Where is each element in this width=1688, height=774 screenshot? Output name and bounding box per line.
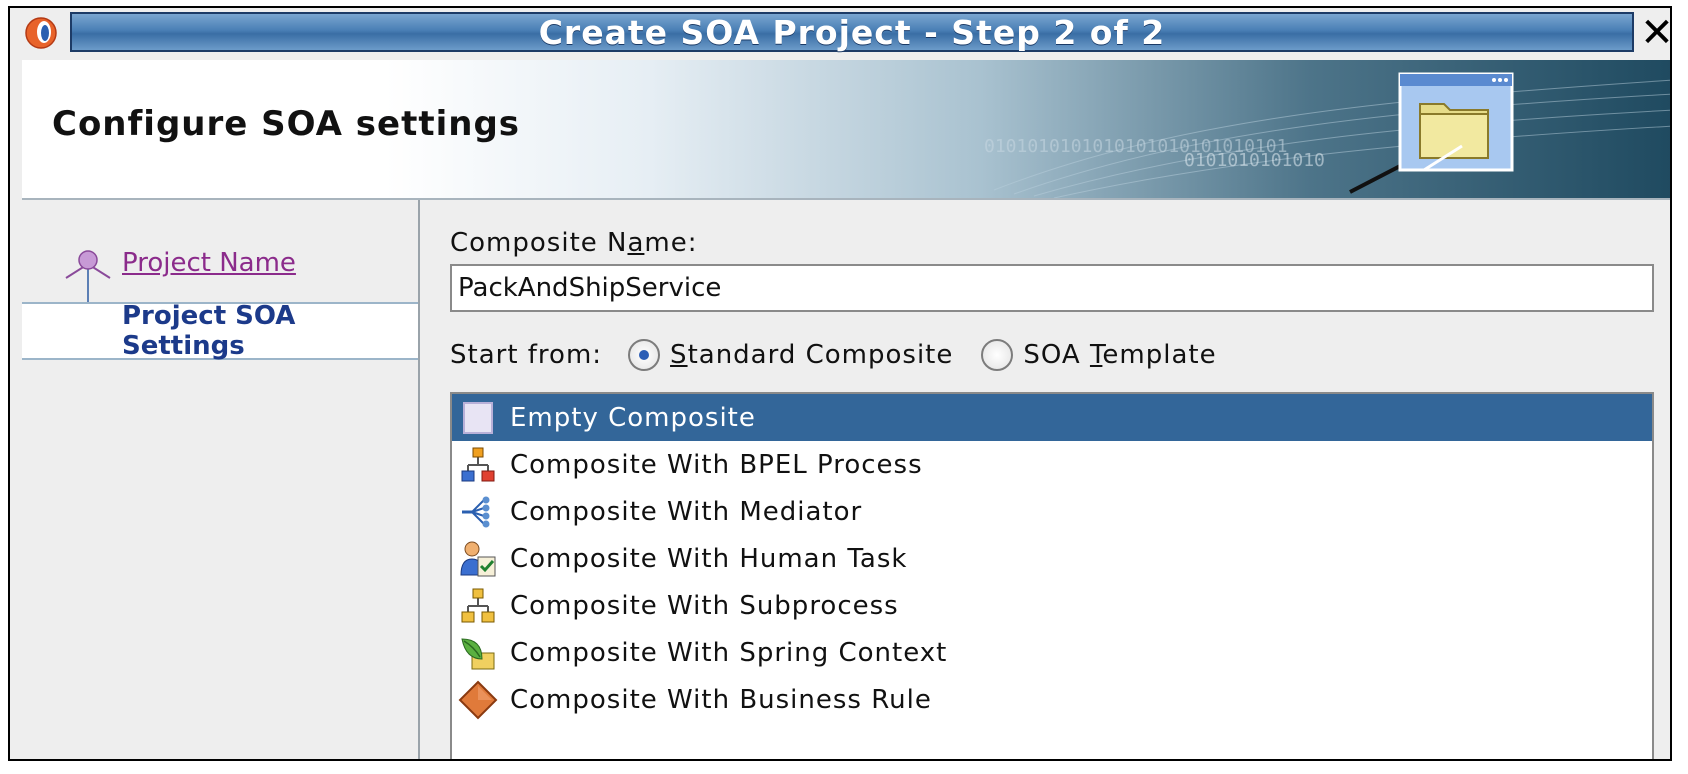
soa-template-label: SOA Template [1023,340,1217,370]
list-item[interactable]: Composite With Spring Context [452,629,1652,676]
close-button[interactable]: ✕ [1640,10,1670,56]
list-item[interactable]: Composite With Business Rule [452,676,1652,723]
subprocess-icon [461,588,495,622]
list-item[interactable]: Composite With Human Task [452,535,1652,582]
list-item[interactable]: Composite With Subprocess [452,582,1652,629]
standard-composite-radio[interactable] [628,339,661,371]
list-item[interactable]: Composite With Mediator [452,488,1652,535]
create-soa-project-dialog: Create SOA Project - Step 2 of 2 ✕ Confi… [8,6,1672,761]
nav-item-project-soa-settings[interactable]: Project SOA Settings [22,301,418,361]
start-from-row: Start from: Standard Composite SOA Templ… [450,330,1660,380]
list-item-label: Composite With BPEL Process [510,449,923,480]
list-item-label: Composite With Spring Context [510,637,948,668]
window-title: Create SOA Project - Step 2 of 2 [70,12,1634,52]
bpel-process-icon [461,447,495,481]
binary-text-2: 0101010101010 [1184,150,1325,171]
composite-name-label: Composite Name: [450,228,698,258]
start-from-label: Start from: [450,340,603,370]
standard-composite-option[interactable]: Standard Composite [628,339,953,371]
list-item[interactable]: Composite With BPEL Process [452,441,1652,488]
spring-context-icon [461,637,495,669]
close-icon: ✕ [1640,10,1672,56]
human-task-icon [460,541,496,576]
settings-form: Composite Name: Start from: Standard Com… [450,200,1670,759]
standard-composite-label: Standard Composite [670,340,954,370]
mediator-icon [462,496,490,527]
nav-item-project-name[interactable]: Project Name [22,234,418,292]
business-rule-icon [458,680,498,719]
nav-item-label[interactable]: Project Name [122,248,296,278]
soa-template-option[interactable]: SOA Template [981,339,1216,371]
composite-template-list[interactable]: Empty Composite Composite With BPEL Proc… [450,392,1654,759]
wizard-steps-panel: Project Name Project SOA Settings [22,200,420,759]
soa-template-radio[interactable] [981,339,1014,371]
list-item-label: Composite With Human Task [510,543,908,574]
banner-decoration: 0101010101010101010101010101 01010101010… [984,72,1670,198]
oracle-logo-icon[interactable] [24,16,58,50]
list-item-label: Composite With Mediator [510,496,863,527]
list-item-label: Composite With Business Rule [510,684,932,715]
page-title: Configure SOA settings [52,104,521,144]
header-banner: Configure SOA settings 01010101010101010… [22,60,1670,200]
nav-item-label: Project SOA Settings [122,301,296,361]
list-item[interactable]: Empty Composite [452,394,1652,441]
list-item-label: Composite With Subprocess [510,590,899,621]
list-item-label: Empty Composite [510,402,756,433]
title-bar: Create SOA Project - Step 2 of 2 ✕ [10,8,1670,58]
empty-composite-icon [463,401,493,434]
composite-name-input[interactable] [450,264,1654,312]
